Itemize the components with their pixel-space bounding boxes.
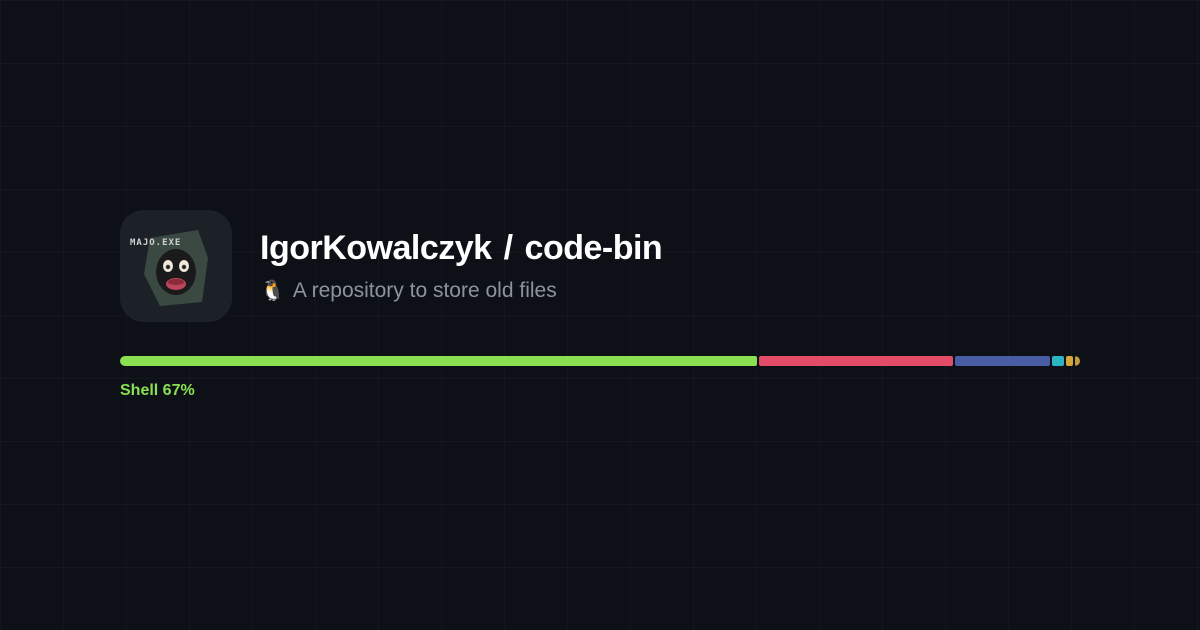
avatar: MAJO.EXE [120,210,232,322]
repo-name: code-bin [525,229,663,268]
lang-segment-Shell [120,356,757,366]
avatar-image [120,210,232,322]
repo-description: 🐧 A repository to store old files [260,278,662,303]
language-bar [120,356,1080,366]
title-block: IgorKowalczyk / code-bin 🐧 A repository … [260,229,662,303]
primary-language-label: Shell 67% [120,382,1080,400]
header-row: MAJO.EXE IgorKowalczyk / code-bin 🐧 A re… [120,210,1080,322]
repo-title: IgorKowalczyk / code-bin [260,229,662,268]
avatar-text: MAJO.EXE [130,238,181,248]
repo-owner: IgorKowalczyk [260,229,492,268]
repo-card: MAJO.EXE IgorKowalczyk / code-bin 🐧 A re… [0,0,1200,400]
lang-segment-lang3 [955,356,1050,366]
repo-separator: / [504,229,513,268]
penguin-icon: 🐧 [260,278,285,303]
repo-description-text: A repository to store old files [293,279,557,303]
lang-segment-lang4 [1052,356,1063,366]
lang-segment-lang6 [1075,356,1080,366]
lang-segment-lang5 [1066,356,1074,366]
lang-segment-lang2 [759,356,954,366]
